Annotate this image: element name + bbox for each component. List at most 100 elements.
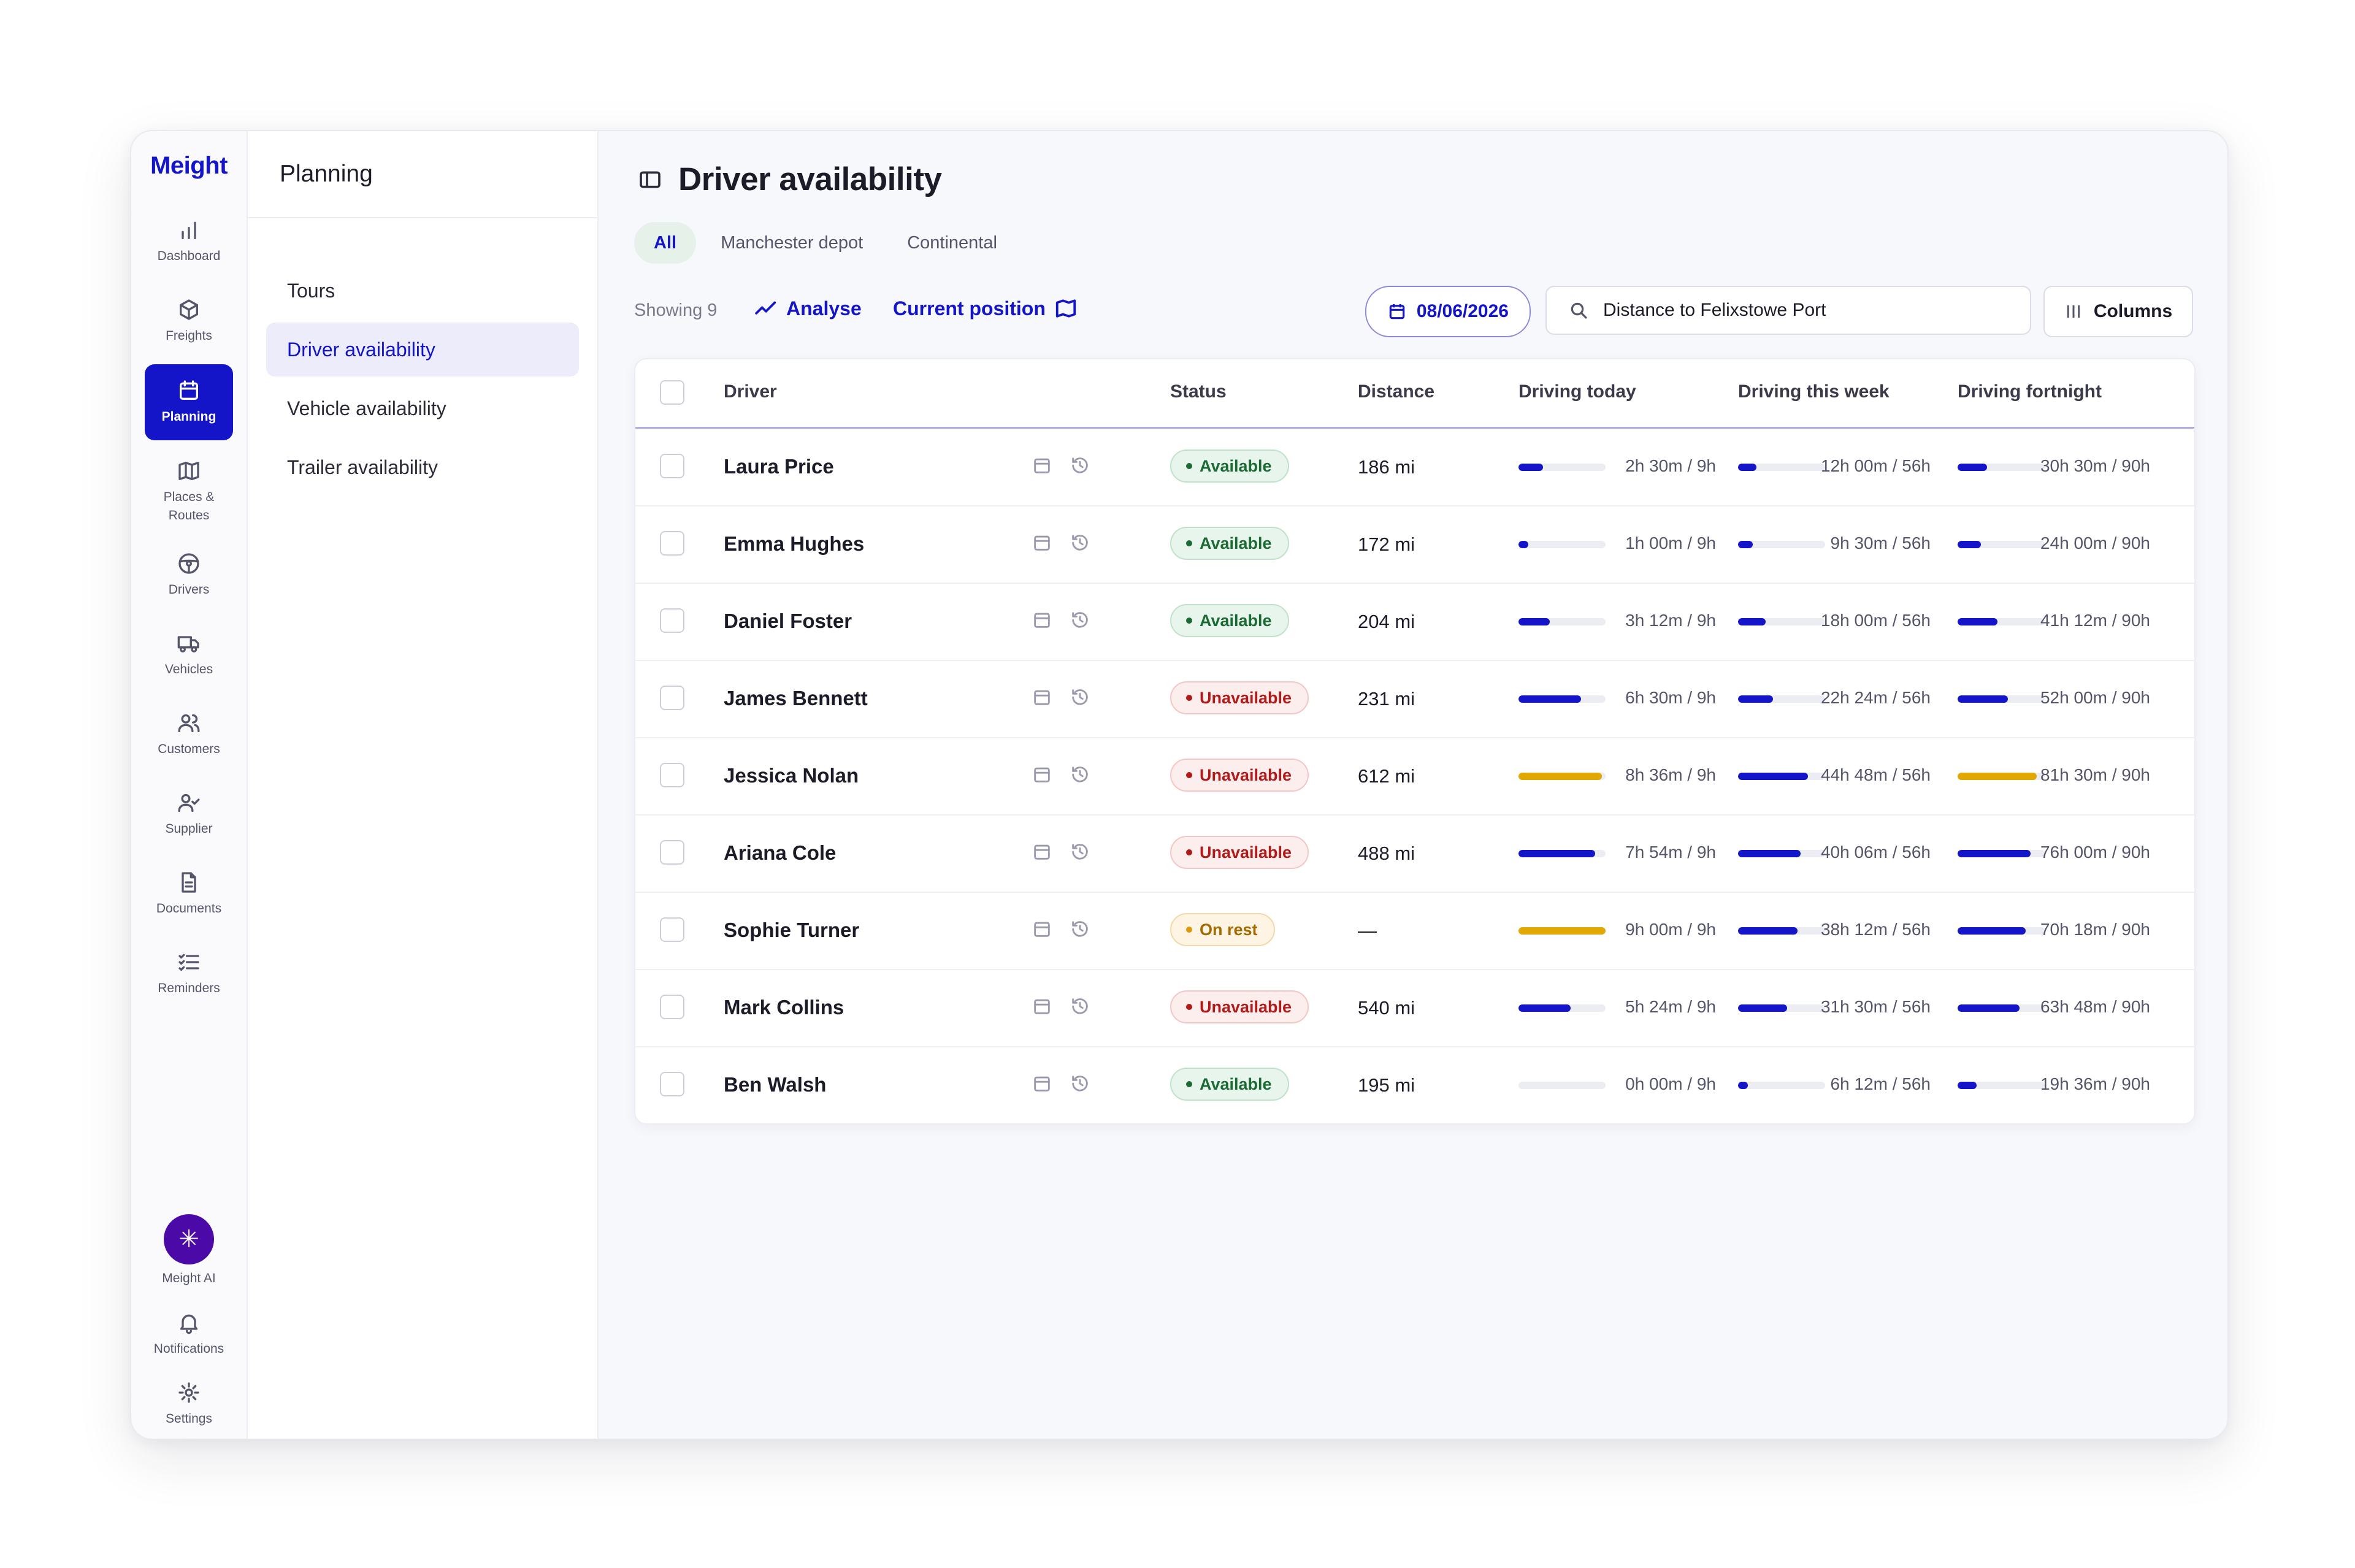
column-header-driving-today[interactable]: Driving today	[1518, 381, 1636, 402]
calendar-icon[interactable]	[1032, 687, 1052, 708]
row-checkbox[interactable]	[660, 917, 684, 942]
fort-progress-bar	[1958, 618, 2045, 625]
columns-button[interactable]: Columns	[2043, 286, 2193, 337]
row-checkbox[interactable]	[660, 454, 684, 478]
history-icon[interactable]	[1070, 996, 1090, 1017]
row-checkbox[interactable]	[660, 531, 684, 556]
brand-logo[interactable]: Meight	[131, 152, 247, 180]
settings-button[interactable]: Settings	[145, 1371, 233, 1437]
status-label: Unavailable	[1200, 843, 1292, 862]
rail-item-dashboard[interactable]: Dashboard	[145, 208, 233, 275]
calendar-icon[interactable]	[1032, 455, 1052, 476]
progress-fill	[1738, 1004, 1787, 1012]
row-checkbox[interactable]	[660, 995, 684, 1019]
status-dot	[1186, 618, 1192, 624]
driver-name[interactable]: Ariana Cole	[724, 841, 836, 865]
history-icon[interactable]	[1070, 919, 1090, 939]
calendar-icon[interactable]	[1032, 764, 1052, 785]
subnav-item-vehicle-availability[interactable]: Vehicle availability	[266, 381, 579, 435]
search-input[interactable]	[1602, 299, 2009, 321]
history-icon[interactable]	[1070, 764, 1090, 785]
driver-name[interactable]: Sophie Turner	[724, 919, 859, 942]
current-position-button[interactable]: Current position	[893, 297, 1078, 320]
driver-name[interactable]: Ben Walsh	[724, 1073, 826, 1096]
rail-item-customers[interactable]: Customers	[145, 702, 233, 768]
tab-manchester-depot[interactable]: Manchester depot	[701, 222, 883, 264]
status-badge: Available	[1170, 527, 1289, 560]
table-row[interactable]: Daniel Foster Available 204 mi 3h 12m / 9h 1…	[635, 583, 2194, 661]
subnav-item-tours[interactable]: Tours	[266, 264, 579, 318]
week-progress-bar	[1738, 773, 1825, 780]
planning-subnav: Planning Tours Driver availability Vehic…	[248, 131, 599, 1439]
calendar-icon[interactable]	[1032, 841, 1052, 862]
rail-item-reminders[interactable]: Reminders	[145, 941, 233, 1007]
today-driving-value: 9h 00m / 9h	[1625, 920, 1716, 939]
calendar-icon[interactable]	[1032, 610, 1052, 630]
tab-all[interactable]: All	[634, 222, 697, 264]
history-icon[interactable]	[1070, 610, 1090, 630]
calendar-icon[interactable]	[1032, 996, 1052, 1017]
column-header-distance[interactable]: Distance	[1358, 381, 1434, 402]
table-row[interactable]: James Bennett Unavailable 231 mi 6h 30m / 9…	[635, 660, 2194, 738]
row-checkbox[interactable]	[660, 763, 684, 787]
table-row[interactable]: Ben Walsh Available 195 mi 0h 00m / 9h 6h 12…	[635, 1046, 2194, 1123]
rail-item-vehicles[interactable]: Vehicles	[145, 622, 233, 688]
column-header-driver[interactable]: Driver	[724, 381, 777, 402]
column-header-driving-week[interactable]: Driving this week	[1738, 381, 1890, 402]
date-picker-button[interactable]: 08/06/2026	[1365, 286, 1531, 337]
calendar-icon[interactable]	[1032, 1073, 1052, 1094]
week-driving-value: 18h 00m / 56h	[1820, 611, 1931, 630]
driver-name[interactable]: Mark Collins	[724, 996, 844, 1019]
week-driving-value: 22h 24m / 56h	[1820, 688, 1931, 707]
notifications-button[interactable]: Notifications	[145, 1301, 233, 1367]
analyse-button[interactable]: Analyse	[754, 297, 862, 320]
table-row[interactable]: Emma Hughes Available 172 mi 1h 00m / 9h 9h …	[635, 505, 2194, 584]
row-checkbox[interactable]	[660, 686, 684, 710]
column-header-status[interactable]: Status	[1170, 381, 1227, 402]
select-all-checkbox[interactable]	[660, 380, 684, 405]
driver-name[interactable]: Daniel Foster	[724, 610, 852, 633]
tab-continental[interactable]: Continental	[887, 222, 1017, 264]
row-checkbox[interactable]	[660, 1072, 684, 1096]
rail-item-freights[interactable]: Freights	[145, 288, 233, 354]
table-row[interactable]: Sophie Turner On rest — 9h 00m / 9h 38h 12m …	[635, 892, 2194, 970]
rail-item-supplier[interactable]: Supplier	[145, 781, 233, 847]
history-icon[interactable]	[1070, 841, 1090, 862]
column-header-driving-fortnight[interactable]: Driving fortnight	[1958, 381, 2102, 402]
status-badge: Unavailable	[1170, 990, 1309, 1023]
sparkle-icon: ✳	[164, 1214, 214, 1264]
subnav-item-trailer-availability[interactable]: Trailer availability	[266, 440, 579, 494]
sidebar-toggle-icon[interactable]	[638, 167, 662, 192]
calendar-icon[interactable]	[1032, 532, 1052, 553]
meight-ai-button[interactable]: ✳ Meight AI	[145, 1208, 233, 1294]
rail-item-documents[interactable]: Documents	[145, 861, 233, 927]
row-checkbox[interactable]	[660, 608, 684, 633]
calendar-icon[interactable]	[1032, 919, 1052, 939]
table-row[interactable]: Laura Price Available 186 mi 2h 30m / 9h 12h…	[635, 428, 2194, 507]
history-icon[interactable]	[1070, 455, 1090, 476]
rail-item-drivers[interactable]: Drivers	[145, 542, 233, 608]
row-checkbox[interactable]	[660, 840, 684, 865]
driver-name[interactable]: Jessica Nolan	[724, 764, 859, 787]
fort-driving-value: 63h 48m / 90h	[2040, 997, 2150, 1016]
history-icon[interactable]	[1070, 1073, 1090, 1094]
status-badge: Available	[1170, 1068, 1289, 1101]
rail-item-planning[interactable]: Planning	[145, 364, 233, 440]
driver-name[interactable]: James Bennett	[724, 687, 868, 710]
rail-item-places-routes[interactable]: Places & Routes	[145, 449, 233, 535]
table-row[interactable]: Jessica Nolan Unavailable 612 mi 8h 36m / 9…	[635, 737, 2194, 816]
table-row[interactable]: Ariana Cole Unavailable 488 mi 7h 54m / 9h 4…	[635, 814, 2194, 893]
progress-fill	[1958, 1004, 2020, 1012]
progress-fill	[1738, 464, 1756, 471]
history-icon[interactable]	[1070, 687, 1090, 708]
week-driving-value: 12h 00m / 56h	[1820, 456, 1931, 475]
driver-name[interactable]: Emma Hughes	[724, 532, 864, 556]
history-icon[interactable]	[1070, 532, 1090, 553]
distance-value: 612 mi	[1358, 765, 1415, 787]
progress-fill	[1738, 541, 1753, 548]
status-badge: Available	[1170, 604, 1289, 637]
subnav-item-driver-availability[interactable]: Driver availability	[266, 323, 579, 377]
driver-name[interactable]: Laura Price	[724, 455, 834, 478]
fort-driving-value: 70h 18m / 90h	[2040, 920, 2150, 939]
table-row[interactable]: Mark Collins Unavailable 540 mi 5h 24m / 9h…	[635, 969, 2194, 1047]
